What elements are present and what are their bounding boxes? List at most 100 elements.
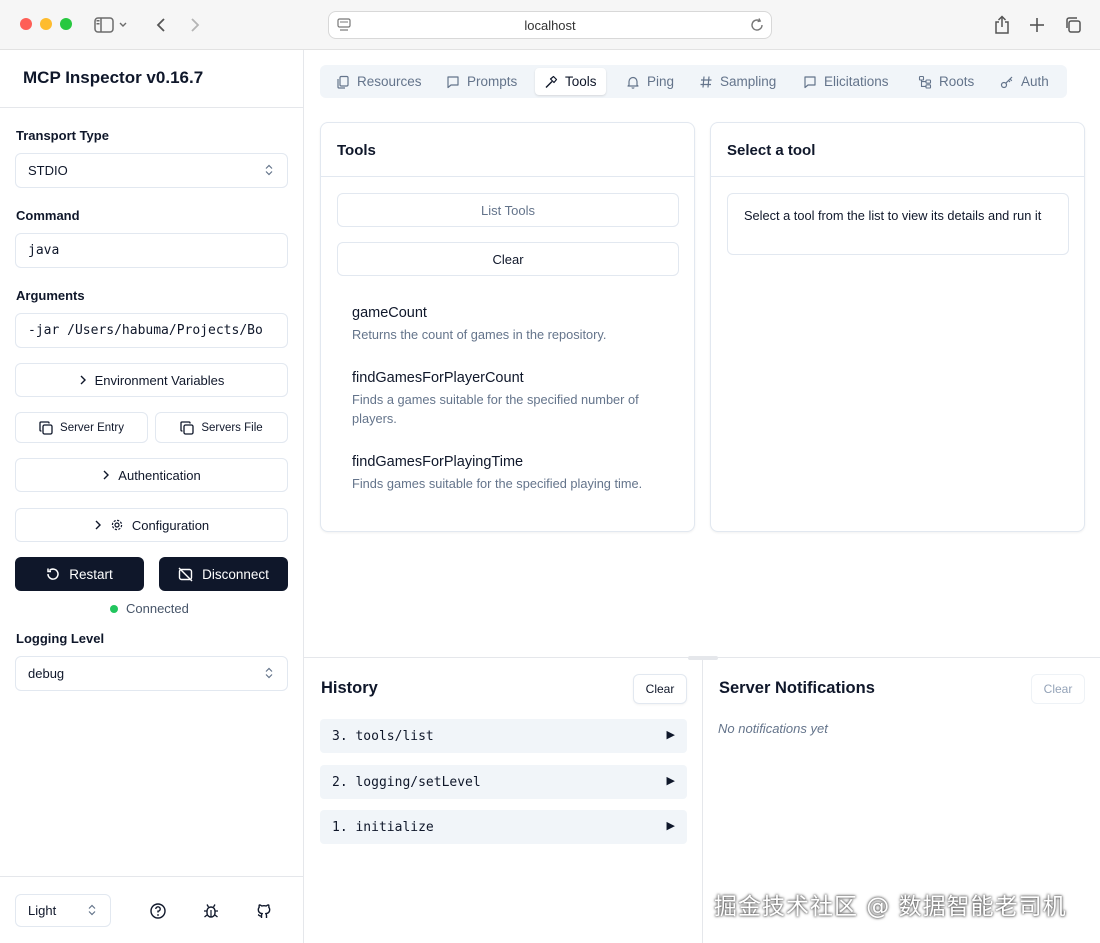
history-item[interactable]: 3. tools/list ▶	[320, 719, 687, 753]
chevron-up-down-icon	[265, 164, 273, 176]
message-icon	[446, 75, 460, 89]
hash-icon	[699, 75, 713, 89]
minimize-window-button[interactable]	[40, 18, 52, 30]
window-controls	[20, 18, 72, 30]
logging-level-label: Logging Level	[16, 631, 105, 646]
tool-name: findGamesForPlayerCount	[352, 370, 524, 386]
expand-triangle-icon[interactable]: ▶	[667, 728, 675, 741]
arguments-label: Arguments	[16, 288, 85, 303]
github-icon[interactable]	[255, 902, 273, 920]
clear-tools-button[interactable]: Clear	[337, 242, 679, 276]
history-item[interactable]: 2. logging/setLevel ▶	[320, 765, 687, 799]
bug-icon[interactable]	[202, 902, 220, 920]
tab-label: Tools	[565, 74, 597, 89]
tab-sampling[interactable]: Sampling	[690, 68, 785, 95]
app-title: MCP Inspector v0.16.7	[23, 68, 204, 87]
server-notifications-title: Server Notifications	[719, 679, 875, 697]
authentication-button[interactable]: Authentication	[15, 458, 288, 492]
tool-detail-title: Select a tool	[727, 142, 816, 159]
sidebar-toggle-icon[interactable]	[92, 14, 132, 36]
theme-select[interactable]: Light	[15, 894, 111, 927]
chevron-right-icon	[94, 520, 102, 530]
key-icon	[1000, 75, 1014, 89]
transport-type-label: Transport Type	[16, 128, 109, 143]
servers-file-label: Servers File	[201, 421, 263, 434]
disconnect-button[interactable]: Disconnect	[159, 557, 288, 591]
tool-description: Finds a games suitable for the specified…	[352, 392, 639, 426]
arguments-input[interactable]: -jar /Users/habuma/Projects/Bo	[15, 313, 288, 348]
help-circle-icon[interactable]	[149, 902, 167, 920]
tool-list-item[interactable]: gameCount Returns the count of games in …	[352, 304, 672, 344]
notifications-empty-text: No notifications yet	[718, 721, 828, 736]
tab-elicitations[interactable]: Elicitations	[794, 68, 898, 95]
tab-overview-icon[interactable]	[1063, 14, 1083, 36]
connection-status: Connected	[110, 601, 189, 616]
zoom-window-button[interactable]	[60, 18, 72, 30]
address-bar[interactable]: localhost	[328, 11, 772, 39]
history-item[interactable]: 1. initialize ▶	[320, 810, 687, 844]
sidebar-divider	[0, 107, 303, 108]
clear-history-button[interactable]: Clear	[633, 674, 687, 704]
tab-auth[interactable]: Auth	[991, 68, 1058, 95]
logging-level-select[interactable]: debug	[15, 656, 288, 691]
transport-type-select[interactable]: STDIO	[15, 153, 288, 188]
url-text: localhost	[524, 17, 576, 33]
logging-level-value: debug	[28, 666, 65, 681]
tab-label: Roots	[939, 74, 975, 89]
tab-label: Resources	[357, 74, 422, 89]
bottom-panel-divider	[702, 658, 703, 943]
environment-variables-label: Environment Variables	[94, 372, 225, 388]
configuration-button[interactable]: Configuration	[15, 508, 288, 542]
status-text: Connected	[126, 601, 189, 616]
history-item-label: 1. initialize	[332, 819, 434, 835]
authentication-label: Authentication	[118, 467, 201, 483]
close-window-button[interactable]	[20, 18, 32, 30]
tab-resources[interactable]: Resources	[327, 68, 431, 95]
new-tab-icon[interactable]	[1027, 14, 1047, 36]
status-dot	[110, 604, 118, 613]
tool-list-item[interactable]: findGamesForPlayerCount Finds a games su…	[352, 369, 672, 428]
servers-file-button[interactable]: Servers File	[155, 412, 288, 443]
reload-icon[interactable]	[749, 17, 765, 33]
tab-label: Elicitations	[824, 74, 889, 89]
unplug-icon	[178, 567, 193, 582]
connection-sidebar: MCP Inspector v0.16.7 Transport Type STD…	[0, 50, 304, 943]
disconnect-label: Disconnect	[202, 566, 269, 582]
tool-list-item[interactable]: findGamesForPlayingTime Finds games suit…	[352, 453, 672, 493]
history-title: History	[321, 679, 378, 697]
chevron-right-icon	[79, 375, 87, 385]
clear-notifications-button[interactable]: Clear	[1031, 674, 1085, 704]
tab-roots[interactable]: Roots	[909, 68, 983, 95]
file-icon	[336, 75, 350, 89]
server-entry-button[interactable]: Server Entry	[15, 412, 148, 443]
configuration-label: Configuration	[131, 517, 210, 533]
tools-panel: Tools List Tools Clear gameCount Returns…	[320, 122, 695, 532]
tool-description: Finds games suitable for the specified p…	[352, 476, 643, 491]
back-icon[interactable]	[152, 14, 170, 36]
restart-label: Restart	[69, 566, 113, 582]
list-tools-button[interactable]: List Tools	[337, 193, 679, 227]
tab-label: Ping	[647, 74, 675, 89]
tool-name: gameCount	[352, 305, 427, 321]
tool-name: findGamesForPlayingTime	[352, 454, 524, 470]
tab-ping[interactable]: Ping	[617, 68, 683, 95]
tab-label: Prompts	[467, 74, 518, 89]
folder-tree-icon	[918, 75, 932, 89]
share-icon[interactable]	[992, 14, 1012, 36]
chevron-up-down-icon	[265, 667, 273, 679]
site-settings-icon[interactable]	[337, 18, 351, 32]
tool-detail-hint: Select a tool from the list to view its …	[727, 193, 1069, 255]
forward-icon[interactable]	[186, 14, 204, 36]
tool-detail-header: Select a tool	[711, 123, 1084, 177]
restart-button[interactable]: Restart	[15, 557, 144, 591]
tab-tools[interactable]: Tools	[535, 68, 606, 95]
resize-handle[interactable]	[688, 656, 718, 660]
tab-label: Auth	[1021, 74, 1049, 89]
tab-prompts[interactable]: Prompts	[437, 68, 526, 95]
command-input[interactable]: java	[15, 233, 288, 268]
command-label: Command	[16, 208, 80, 223]
expand-triangle-icon[interactable]: ▶	[667, 774, 675, 787]
gear-icon	[110, 518, 124, 532]
expand-triangle-icon[interactable]: ▶	[667, 819, 675, 832]
environment-variables-button[interactable]: Environment Variables	[15, 363, 288, 397]
